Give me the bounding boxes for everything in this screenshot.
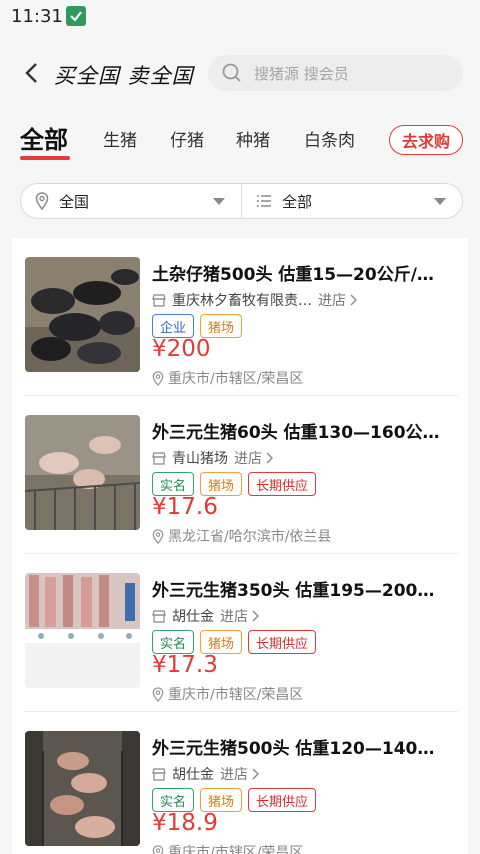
search-input[interactable]: 搜猪源 搜会员: [208, 55, 463, 91]
store-icon: [152, 451, 166, 465]
region-filter-label: 全国: [59, 192, 90, 211]
chevron-right-icon: [252, 768, 259, 780]
location-text: 重庆市/市辖区/荣昌区: [168, 845, 304, 854]
listing-shop[interactable]: 重庆林夕畜牧有限责… 进店: [152, 290, 357, 310]
tag-farm: 猪场: [200, 472, 243, 496]
listing-tags: 实名 猪场 长期供应: [152, 472, 317, 496]
tag-long-term-supply: 长期供应: [248, 472, 317, 496]
tab-carcass-pork[interactable]: 白条肉: [304, 126, 355, 151]
seek-purchase-button[interactable]: 去求购: [389, 125, 463, 155]
tag-farm: 猪场: [200, 314, 243, 338]
listing-title: 外三元生猪500头 估重120—140…: [152, 739, 435, 759]
chevron-right-icon: [266, 452, 273, 464]
listing-photo: [25, 573, 140, 688]
listing-price: ¥17.6: [152, 494, 218, 520]
listing-card[interactable]: 外三元生猪500头 估重120—140… 胡仕金 进店 实名 猪场 长期供应 ¥…: [12, 712, 468, 854]
shop-name: 重庆林夕畜牧有限责…: [172, 293, 312, 309]
location-pin-icon: [152, 528, 164, 544]
back-button[interactable]: [16, 56, 46, 90]
brand-logo: 买全国 卖全国: [54, 64, 194, 88]
listing-photo: [25, 415, 140, 530]
location-pin-icon: [152, 686, 164, 702]
store-icon: [152, 767, 166, 781]
tab-all[interactable]: 全部: [20, 120, 68, 155]
tab-live-pig[interactable]: 生猪: [103, 126, 137, 151]
tag-verified: 实名: [152, 630, 195, 654]
location-pin-icon: [152, 370, 164, 386]
category-tabs: 全部 生猪 仔猪 种猪 白条肉 去求购: [0, 112, 480, 170]
listing-location: 重庆市/市辖区/荣昌区: [152, 684, 303, 704]
enter-shop-link[interactable]: 进店: [318, 290, 346, 310]
listing-card[interactable]: 外三元生猪60头 估重130—160公… 青山猪场 进店 实名 猪场 长期供应 …: [12, 396, 468, 554]
status-bar: 11:31: [0, 0, 480, 36]
location-text: 黑龙江省/哈尔滨市/依兰县: [168, 529, 332, 545]
notification-check-icon: [66, 6, 86, 26]
filter-bar: 全国 全部: [20, 183, 463, 219]
listing-price: ¥18.9: [152, 810, 218, 836]
listing-tags: 企业 猪场: [152, 314, 243, 338]
enter-shop-link[interactable]: 进店: [220, 606, 248, 626]
listing-shop[interactable]: 胡仕金 进店: [152, 606, 259, 626]
listing-location: 重庆市/市辖区/荣昌区: [152, 368, 303, 388]
search-placeholder: 搜猪源 搜会员: [254, 64, 349, 83]
header: 买全国 卖全国 搜猪源 搜会员: [0, 36, 480, 112]
shop-name: 青山猪场: [172, 451, 228, 467]
tab-piglet[interactable]: 仔猪: [170, 126, 204, 151]
location-pin-icon: [35, 192, 49, 210]
chevron-right-icon: [350, 294, 357, 306]
tag-enterprise: 企业: [152, 314, 195, 338]
listing-card[interactable]: 外三元生猪350头 估重195—200… 胡仕金 进店 实名 猪场 长期供应 ¥…: [12, 554, 468, 712]
status-time: 11:31: [11, 6, 63, 27]
enter-shop-link[interactable]: 进店: [220, 764, 248, 784]
active-tab-indicator: [20, 156, 70, 160]
listing-photo: [25, 257, 140, 372]
chevron-left-icon: [25, 63, 37, 83]
store-icon: [152, 293, 166, 307]
tag-verified: 实名: [152, 788, 195, 812]
store-icon: [152, 609, 166, 623]
tag-farm: 猪场: [200, 788, 243, 812]
tag-long-term-supply: 长期供应: [248, 788, 317, 812]
listing-shop[interactable]: 青山猪场 进店: [152, 448, 273, 468]
region-filter[interactable]: 全国: [21, 184, 241, 218]
location-text: 重庆市/市辖区/荣昌区: [168, 687, 304, 703]
listing-card[interactable]: 土杂仔猪500头 估重15—20公斤/… 重庆林夕畜牧有限责… 进店 企业 猪场…: [12, 238, 468, 396]
chevron-right-icon: [252, 610, 259, 622]
enter-shop-link[interactable]: 进店: [234, 448, 262, 468]
listing-title: 土杂仔猪500头 估重15—20公斤/…: [152, 265, 434, 285]
listing-title: 外三元生猪60头 估重130—160公…: [152, 423, 440, 443]
tag-long-term-supply: 长期供应: [248, 630, 317, 654]
listing-location: 黑龙江省/哈尔滨市/依兰县: [152, 526, 331, 546]
listing-title: 外三元生猪350头 估重195—200…: [152, 581, 435, 601]
tab-breeding-pig[interactable]: 种猪: [236, 126, 270, 151]
listing-tags: 实名 猪场 长期供应: [152, 630, 317, 654]
shop-name: 胡仕金: [172, 609, 214, 625]
location-pin-icon: [152, 844, 164, 854]
category-filter[interactable]: 全部: [241, 184, 462, 218]
caret-down-icon: [434, 198, 446, 205]
listing-price: ¥200: [152, 336, 211, 362]
list-icon: [257, 195, 271, 207]
caret-down-icon: [213, 198, 225, 205]
listing-price: ¥17.3: [152, 652, 218, 678]
listing-list: 土杂仔猪500头 估重15—20公斤/… 重庆林夕畜牧有限责… 进店 企业 猪场…: [12, 238, 468, 854]
shop-name: 胡仕金: [172, 767, 214, 783]
search-icon: [222, 63, 241, 82]
category-filter-label: 全部: [282, 192, 313, 211]
location-text: 重庆市/市辖区/荣昌区: [168, 371, 304, 387]
listing-tags: 实名 猪场 长期供应: [152, 788, 317, 812]
listing-shop[interactable]: 胡仕金 进店: [152, 764, 259, 784]
tag-verified: 实名: [152, 472, 195, 496]
tag-farm: 猪场: [200, 630, 243, 654]
listing-location: 重庆市/市辖区/荣昌区: [152, 842, 303, 854]
listing-photo: [25, 731, 140, 846]
